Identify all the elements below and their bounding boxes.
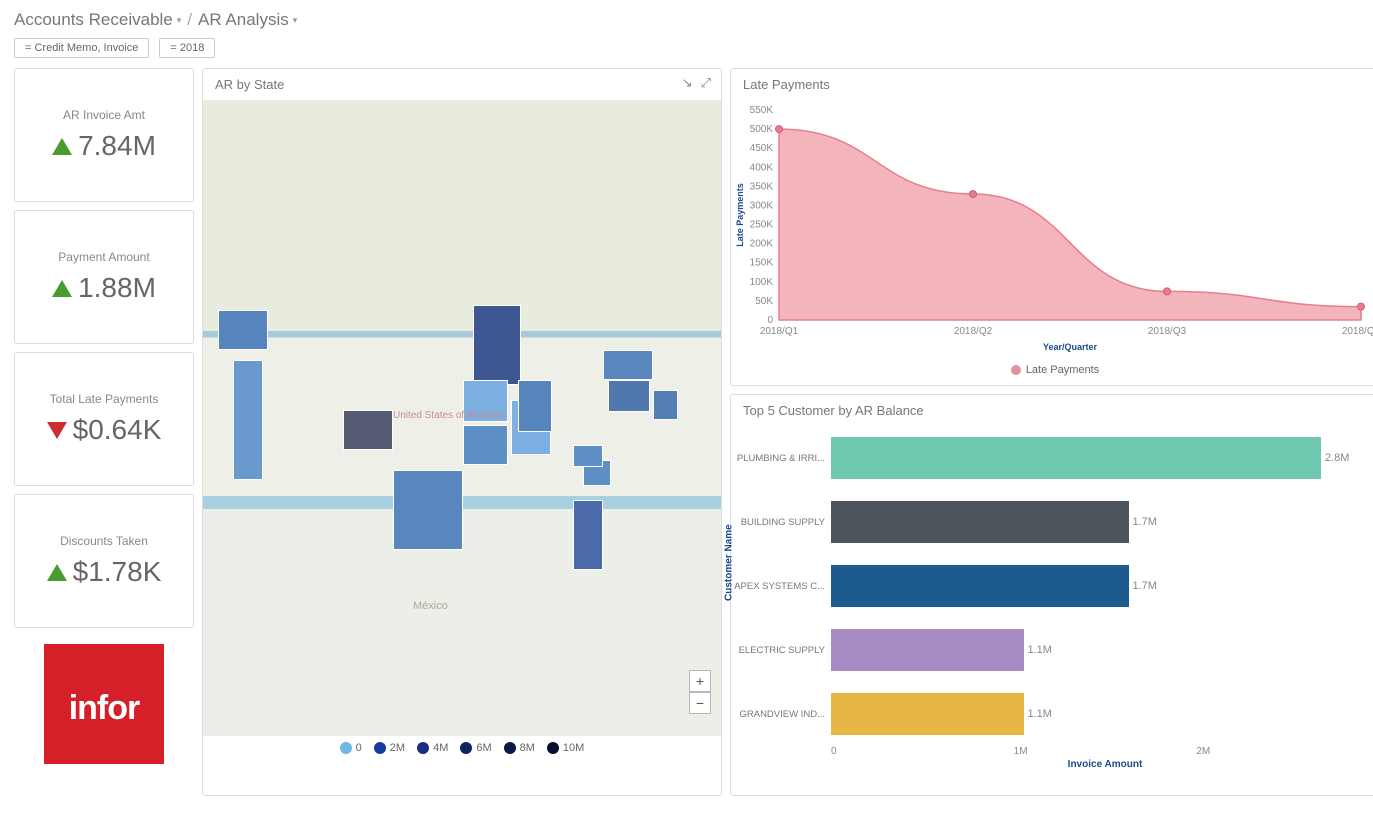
svg-text:0: 0 xyxy=(767,315,773,326)
breadcrumb-current-label: AR Analysis xyxy=(198,10,289,30)
map-legend-item: 4M xyxy=(417,742,448,754)
bar-category: GRANDVIEW IND... xyxy=(731,709,831,720)
svg-text:50K: 50K xyxy=(755,296,773,307)
bar-value-label: 1.7M xyxy=(1133,516,1157,528)
top5-title: Top 5 Customer by AR Balance xyxy=(731,395,1373,426)
svg-text:2018/Q2: 2018/Q2 xyxy=(954,326,993,337)
svg-text:450K: 450K xyxy=(750,143,774,154)
filter-year[interactable]: = 2018 xyxy=(159,38,215,58)
bar-ylabel: Customer Name xyxy=(724,524,735,601)
bar-row: GRANDVIEW IND... 1.1M xyxy=(731,682,1373,746)
bar-category: PLUMBING & IRRI... xyxy=(731,453,831,464)
breadcrumb-root-label: Accounts Receivable xyxy=(14,10,173,30)
bar-category: ELECTRIC SUPPLY xyxy=(731,645,831,656)
svg-text:Late Payments: Late Payments xyxy=(735,183,745,247)
zoom-in-button[interactable]: + xyxy=(689,670,711,692)
kpi-label: AR Invoice Amt xyxy=(23,108,185,122)
bar-row: APEX SYSTEMS C... 1.7M xyxy=(731,554,1373,618)
legend-dot-icon xyxy=(1011,365,1021,375)
breadcrumb-current[interactable]: AR Analysis ▾ xyxy=(198,10,297,30)
kpi-label: Discounts Taken xyxy=(23,534,185,548)
map-legend-item: 10M xyxy=(547,742,584,754)
svg-text:300K: 300K xyxy=(750,200,774,211)
expand-icon[interactable]: ⤢ xyxy=(701,75,711,91)
kpi-value: $1.78K xyxy=(73,556,162,588)
map-label-mexico: México xyxy=(413,600,448,612)
svg-text:500K: 500K xyxy=(750,124,774,135)
logo-text: infor xyxy=(69,689,140,728)
svg-text:400K: 400K xyxy=(750,162,774,173)
trend-down-icon xyxy=(47,422,67,439)
filter-bar: = Credit Memo, Invoice = 2018 xyxy=(0,34,1373,68)
kpi-label: Total Late Payments xyxy=(23,392,185,406)
map-zoom-controls: + − xyxy=(689,670,711,714)
map-legend-item: 2M xyxy=(374,742,405,754)
filter-type[interactable]: = Credit Memo, Invoice xyxy=(14,38,149,58)
kpi-payment-amount[interactable]: Payment Amount 1.88M xyxy=(14,210,194,344)
bar-value-label: 1.1M xyxy=(1028,708,1052,720)
breadcrumb: Accounts Receivable ▾ / AR Analysis ▾ xyxy=(0,0,1373,34)
trend-up-icon xyxy=(52,138,72,155)
caret-down-icon: ▾ xyxy=(177,15,182,26)
infor-logo: infor xyxy=(44,644,164,764)
legend-label: Late Payments xyxy=(1026,364,1099,376)
bar-category: BUILDING SUPPLY xyxy=(731,517,831,528)
bar-row: BUILDING SUPPLY 1.7M xyxy=(731,490,1373,554)
svg-text:2018/Q3: 2018/Q3 xyxy=(1148,326,1187,337)
kpi-late-payments[interactable]: Total Late Payments $0.64K xyxy=(14,352,194,486)
late-payments-title: Late Payments xyxy=(731,69,1373,100)
bar-row: PLUMBING & IRRI... 2.8M xyxy=(731,426,1373,490)
bar-xlabel: Invoice Amount xyxy=(731,757,1373,770)
svg-text:100K: 100K xyxy=(750,277,774,288)
map-body[interactable]: United States of America México + − 0 2M 4… xyxy=(203,100,721,760)
late-payments-panel: Late Payments 0 50K 100K 150K 200K 250K 300K 35… xyxy=(730,68,1373,386)
trend-up-icon xyxy=(52,280,72,297)
svg-text:250K: 250K xyxy=(750,220,774,231)
kpi-column: AR Invoice Amt 7.84M Payment Amount 1.88… xyxy=(14,68,194,796)
kpi-label: Payment Amount xyxy=(23,250,185,264)
map-title: AR by State xyxy=(203,69,721,100)
bar-xaxis: 01M2M xyxy=(731,746,1373,757)
map-legend-item: 0 xyxy=(340,742,362,754)
kpi-value: 1.88M xyxy=(78,272,156,304)
map-legend: 0 2M 4M 6M 8M 10M xyxy=(203,736,721,760)
caret-down-icon: ▾ xyxy=(293,15,298,26)
kpi-value: 7.84M xyxy=(78,130,156,162)
bar-value-label: 2.8M xyxy=(1325,452,1349,464)
svg-text:200K: 200K xyxy=(750,239,774,250)
late-payments-legend: Late Payments xyxy=(731,360,1373,380)
late-payments-chart[interactable]: 0 50K 100K 150K 200K 250K 300K 350K 400K 450K 500K… xyxy=(731,100,1373,360)
top5-customers-panel: Top 5 Customer by AR Balance Customer Na… xyxy=(730,394,1373,796)
bar-row: ELECTRIC SUPPLY 1.1M xyxy=(731,618,1373,682)
svg-text:550K: 550K xyxy=(750,105,774,116)
kpi-value: $0.64K xyxy=(73,414,162,446)
svg-text:2018/Q1: 2018/Q1 xyxy=(760,326,799,337)
breadcrumb-separator: / xyxy=(187,10,192,30)
map-panel: AR by State ↘ ⤢ United States of America xyxy=(202,68,722,796)
svg-text:150K: 150K xyxy=(750,258,774,269)
map-legend-item: 8M xyxy=(504,742,535,754)
zoom-out-button[interactable]: − xyxy=(689,692,711,714)
bar-value-label: 1.7M xyxy=(1133,580,1157,592)
kpi-discounts[interactable]: Discounts Taken $1.78K xyxy=(14,494,194,628)
svg-text:Year/Quarter: Year/Quarter xyxy=(1043,342,1098,352)
bar-category: APEX SYSTEMS C... xyxy=(731,581,831,592)
bar-value-label: 1.1M xyxy=(1028,644,1052,656)
kpi-ar-invoice[interactable]: AR Invoice Amt 7.84M xyxy=(14,68,194,202)
top5-chart[interactable]: Customer Name PLUMBING & IRRI... 2.8M BU… xyxy=(731,426,1373,776)
svg-text:2018/Q4: 2018/Q4 xyxy=(1342,326,1373,337)
map-label-usa: United States of America xyxy=(393,410,503,421)
trend-up-icon xyxy=(47,564,67,581)
drill-icon[interactable]: ↘ xyxy=(682,75,693,91)
breadcrumb-root[interactable]: Accounts Receivable ▾ xyxy=(14,10,181,30)
svg-text:350K: 350K xyxy=(750,181,774,192)
map-legend-item: 6M xyxy=(460,742,491,754)
